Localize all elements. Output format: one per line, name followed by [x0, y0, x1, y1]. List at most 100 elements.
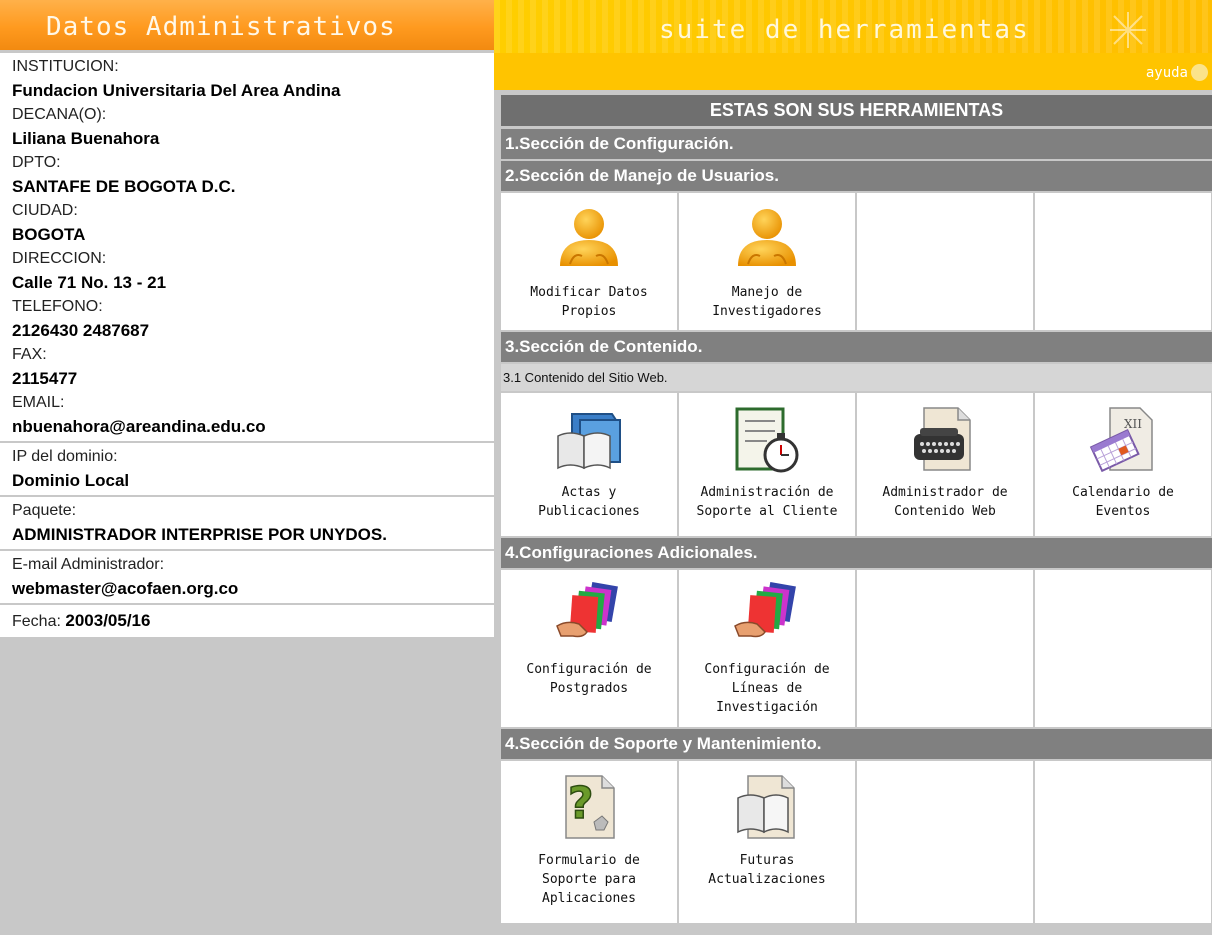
decano-value: Liliana Buenahora — [12, 129, 160, 148]
email-label: EMAIL: — [12, 394, 65, 411]
tool-label-line: Postgrados — [549, 681, 629, 696]
institucion-label: INSTITUCION: — [12, 58, 119, 75]
ciudad-label: CIUDAD: — [12, 202, 78, 219]
fax-label: FAX: — [12, 346, 47, 363]
tool-actas-publicaciones[interactable]: Actas y Publicaciones — [501, 393, 677, 536]
ip-label: IP del dominio: — [12, 448, 118, 465]
right-title: suite de herramientas — [659, 15, 1030, 45]
telefono-label: TELEFONO: — [12, 298, 103, 315]
content-tools-row: Actas y Publicaciones Administración de — [501, 393, 1212, 536]
tool-label-line: Publicaciones — [538, 504, 640, 519]
colored-folders-icon — [551, 580, 627, 652]
tool-modificar-datos[interactable]: Modificar Datos Propios — [501, 193, 677, 330]
config-tools-row: Configuración de Postgrados Configuració… — [501, 570, 1212, 727]
subsection-contenido-sitio: 3.1 Contenido del Sitio Web. — [501, 364, 1212, 391]
tool-label: Manejo de Investigadores — [706, 283, 828, 321]
empty-cell — [857, 761, 1033, 923]
direccion-label: DIRECCION: — [12, 250, 107, 267]
package-info-box: Paquete: ADMINISTRADOR INTERPRISE POR UN… — [0, 497, 494, 549]
tool-label-line: Aplicaciones — [542, 891, 636, 906]
tool-manejo-investigadores[interactable]: Manejo de Investigadores — [679, 193, 855, 330]
email-value: nbuenahora@areandina.edu.co — [12, 417, 266, 436]
svg-text:XII: XII — [1124, 417, 1142, 431]
right-header: suite de herramientas — [494, 0, 1212, 53]
tool-label-line: Actas y — [561, 485, 617, 500]
ip-info-box: IP del dominio: Dominio Local — [0, 443, 494, 495]
paquete-value: ADMINISTRADOR INTERPRISE POR UNYDOS. — [12, 525, 387, 544]
checklist-stopwatch-icon — [729, 403, 805, 475]
section-soporte-mantenimiento: 4.Sección de Soporte y Mantenimiento. — [501, 729, 1212, 759]
section-contenido: 3.Sección de Contenido. — [501, 332, 1212, 362]
tool-label-line: Manejo de — [731, 285, 803, 300]
tool-label-line: Administración de — [700, 485, 834, 500]
calendar-icon: XII — [1085, 403, 1161, 475]
folder-book-icon — [551, 403, 627, 475]
tool-label-line: Futuras — [739, 853, 795, 868]
dpto-label: DPTO: — [12, 154, 61, 171]
open-book-icon — [729, 771, 805, 843]
tool-soporte-cliente[interactable]: Administración de Soporte al Cliente — [679, 393, 855, 536]
suite-logo-icon — [1110, 12, 1146, 48]
tool-label-line: Configuración de — [704, 662, 830, 677]
user-tools-row: Modificar Datos Propios Manejo de Invest… — [501, 193, 1212, 330]
direccion-value: Calle 71 No. 13 - 21 — [12, 273, 167, 292]
fecha-label: Fecha: — [12, 613, 61, 630]
tool-label-line: Investigación — [716, 700, 818, 715]
date-info-box: Fecha: 2003/05/16 — [0, 605, 494, 637]
ip-value: Dominio Local — [12, 471, 130, 490]
tool-label-line: Líneas de — [731, 681, 803, 696]
tool-label-line: Actualizaciones — [708, 872, 826, 887]
paquete-label: Paquete: — [12, 502, 77, 519]
typewriter-icon — [907, 403, 983, 475]
tool-label: Modificar Datos Propios — [524, 283, 653, 321]
tool-label: Futuras Actualizaciones — [702, 851, 831, 889]
user-icon — [551, 203, 627, 275]
user-icon — [729, 203, 805, 275]
fecha-row: Fecha: 2003/05/16 — [12, 607, 494, 635]
email-admin-value: webmaster@acofaen.org.co — [12, 579, 239, 598]
tool-contenido-web[interactable]: Administrador de Contenido Web — [857, 393, 1033, 536]
admin-email-box: E-mail Administrador: webmaster@acofaen.… — [0, 551, 494, 603]
admin-info-panel: INSTITUCION: Fundacion Universitaria Del… — [0, 53, 494, 639]
decano-label: DECANA(O): — [12, 106, 107, 123]
tool-label-line: Calendario de — [1072, 485, 1174, 500]
tool-label-line: Contenido Web — [894, 504, 996, 519]
tool-label-line: Administrador de — [882, 485, 1008, 500]
tool-label-line: Configuración de — [526, 662, 652, 677]
telefono-value: 2126430 2487687 — [12, 321, 150, 340]
email-admin-label: E-mail Administrador: — [12, 556, 165, 573]
tool-label-line: Modificar Datos — [530, 285, 648, 300]
tool-label-line: Investigadores — [712, 304, 822, 319]
help-link[interactable]: ayuda — [1146, 65, 1188, 81]
tool-label: Configuración de Postgrados — [520, 660, 657, 698]
tool-label: Calendario de Eventos — [1066, 483, 1180, 521]
tool-label-line: Propios — [561, 304, 617, 319]
tool-formulario-soporte[interactable]: ? Formulario de Soporte para Aplicacione… — [501, 761, 677, 923]
empty-cell — [1035, 193, 1211, 330]
empty-cell — [857, 570, 1033, 727]
empty-cell — [1035, 761, 1211, 923]
svg-text:?: ? — [568, 778, 594, 829]
institucion-value: Fundacion Universitaria Del Area Andina — [12, 81, 341, 100]
tool-label: Administración de Soporte al Cliente — [691, 483, 844, 521]
section-configuracion[interactable]: 1.Sección de Configuración. — [501, 129, 1212, 159]
tool-futuras-actualizaciones[interactable]: Futuras Actualizaciones — [679, 761, 855, 923]
tool-label-line: Soporte para — [542, 872, 636, 887]
section-manejo-usuarios: 2.Sección de Manejo de Usuarios. — [501, 161, 1212, 191]
dpto-value: SANTAFE DE BOGOTA D.C. — [12, 177, 236, 196]
tool-label-line: Formulario de — [538, 853, 640, 868]
fecha-value: 2003/05/16 — [65, 611, 151, 630]
help-icon[interactable] — [1191, 64, 1208, 81]
left-header: Datos Administrativos — [0, 0, 534, 50]
empty-cell — [1035, 570, 1211, 727]
tools-heading: ESTAS SON SUS HERRAMIENTAS — [501, 95, 1212, 126]
tool-label: Formulario de Soporte para Aplicaciones — [532, 851, 646, 908]
tool-calendario-eventos[interactable]: XII Calendario de Eventos — [1035, 393, 1211, 536]
tool-label: Administrador de Contenido Web — [876, 483, 1013, 521]
left-title: Datos Administrativos — [46, 12, 396, 42]
tool-label: Actas y Publicaciones — [532, 483, 646, 521]
toolbar: ayuda — [494, 53, 1212, 90]
tool-config-lineas[interactable]: Configuración de Líneas de Investigación — [679, 570, 855, 727]
help-document-icon: ? — [551, 771, 627, 843]
tool-config-postgrados[interactable]: Configuración de Postgrados — [501, 570, 677, 727]
